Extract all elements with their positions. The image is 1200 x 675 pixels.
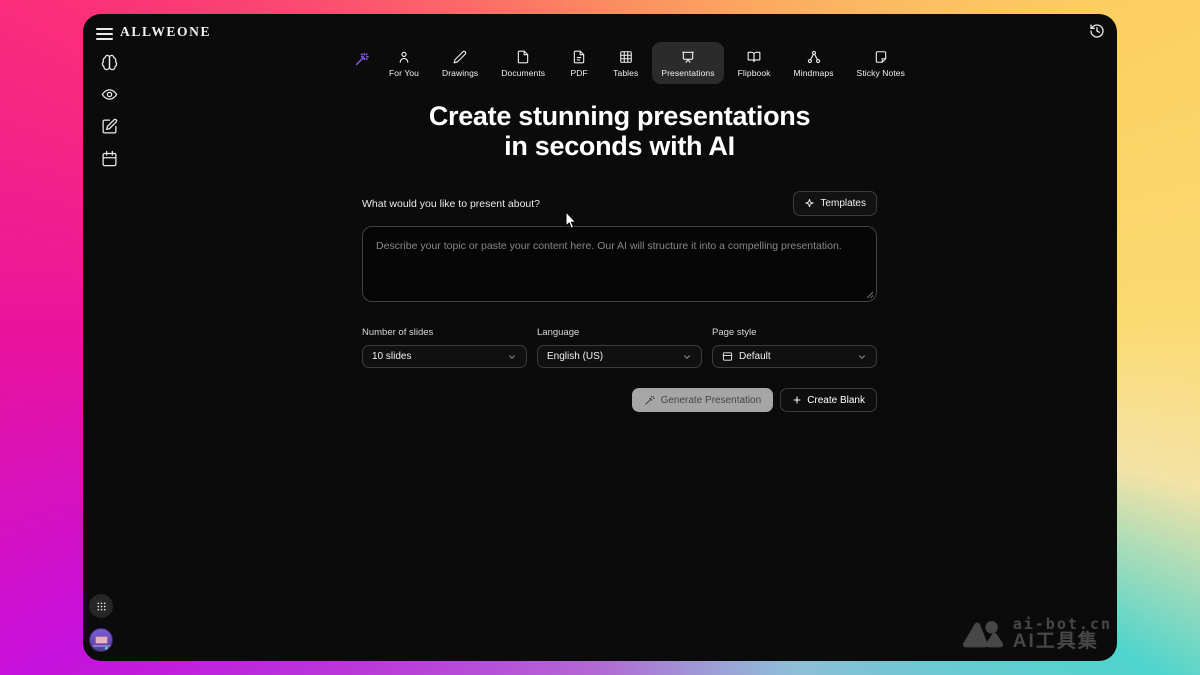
tab-documents[interactable]: Documents (492, 42, 554, 84)
templates-button-label: Templates (820, 198, 866, 209)
tab-drawings[interactable]: Drawings (433, 42, 487, 84)
page-title: Create stunning presentations in seconds… (362, 101, 877, 161)
sparkles-icon (804, 198, 815, 209)
watermark: ai-bot.cn AI工具集 (962, 616, 1112, 653)
tab-label: Sticky Notes (857, 68, 905, 78)
tab-label: Mindmaps (794, 68, 834, 78)
pencil-icon (453, 50, 467, 64)
apps-grid-icon (96, 601, 107, 612)
tab-label: Presentations (661, 68, 714, 78)
layout-icon (722, 351, 733, 362)
page-title-line1: Create stunning presentations (362, 101, 877, 131)
page-style-select[interactable]: Default (712, 345, 877, 368)
tab-label: For You (389, 68, 419, 78)
tab-label: PDF (570, 68, 587, 78)
avatar-pixel-art (95, 636, 108, 644)
magic-wand-icon[interactable] (348, 42, 375, 77)
templates-button[interactable]: Templates (793, 191, 877, 216)
chevron-down-icon (507, 352, 517, 362)
apps-grid-button[interactable] (89, 594, 113, 618)
wand-icon (644, 395, 655, 406)
calendar-icon[interactable] (101, 150, 118, 167)
document-icon (516, 50, 530, 64)
resize-handle[interactable] (866, 291, 874, 299)
tab-for-you[interactable]: For You (380, 42, 428, 84)
top-nav-tabs: For You Drawings Documents (83, 42, 1117, 84)
hamburger-menu-icon[interactable] (96, 25, 113, 43)
tab-sticky-notes[interactable]: Sticky Notes (848, 42, 914, 84)
tab-presentations[interactable]: Presentations (652, 42, 723, 84)
paw-logo-icon (962, 618, 1004, 650)
tab-label: Drawings (442, 68, 478, 78)
slides-count-label: Number of slides (362, 327, 527, 338)
prompt-label: What would you like to present about? (362, 198, 540, 210)
tab-flipbook[interactable]: Flipbook (729, 42, 780, 84)
tab-label: Flipbook (738, 68, 771, 78)
chevron-down-icon (682, 352, 692, 362)
presentation-screen-icon (681, 50, 695, 64)
plus-icon (792, 395, 802, 405)
tab-label: Documents (501, 68, 545, 78)
eye-icon[interactable] (101, 86, 118, 103)
history-clock-icon[interactable] (1089, 23, 1105, 39)
generate-button-label: Generate Presentation (661, 395, 762, 406)
create-blank-button[interactable]: Create Blank (780, 388, 877, 412)
generate-presentation-button[interactable]: Generate Presentation (632, 388, 774, 412)
tab-tables[interactable]: Tables (604, 42, 647, 84)
create-blank-label: Create Blank (807, 395, 865, 406)
app-logo: ALLWEONE (120, 24, 211, 40)
mindmap-nodes-icon (807, 50, 821, 64)
page-style-label: Page style (712, 327, 877, 338)
slides-count-value: 10 slides (372, 351, 411, 362)
tab-pdf[interactable]: PDF (559, 42, 599, 84)
tab-mindmaps[interactable]: Mindmaps (785, 42, 843, 84)
table-grid-icon (619, 50, 633, 64)
pdf-file-icon (572, 50, 586, 64)
app-window: ALLWEONE (83, 14, 1117, 661)
language-label: Language (537, 327, 702, 338)
user-avatar[interactable] (89, 628, 113, 652)
watermark-domain: ai-bot.cn (1013, 616, 1112, 633)
presentation-form: What would you like to present about? Te… (362, 191, 877, 412)
chevron-down-icon (857, 352, 867, 362)
page-style-value: Default (739, 351, 771, 362)
mouse-cursor (565, 212, 579, 230)
watermark-cjk: AI工具集 (1013, 632, 1112, 653)
page-title-line2: in seconds with AI (362, 131, 877, 161)
tab-label: Tables (613, 68, 638, 78)
page-background: ALLWEONE (0, 0, 1200, 675)
language-value: English (US) (547, 351, 603, 362)
language-select[interactable]: English (US) (537, 345, 702, 368)
edit-note-icon[interactable] (101, 118, 118, 135)
slides-count-select[interactable]: 10 slides (362, 345, 527, 368)
topic-textarea[interactable] (362, 226, 877, 302)
person-icon (397, 50, 411, 64)
sticky-note-icon (874, 50, 888, 64)
open-book-icon (747, 50, 761, 64)
